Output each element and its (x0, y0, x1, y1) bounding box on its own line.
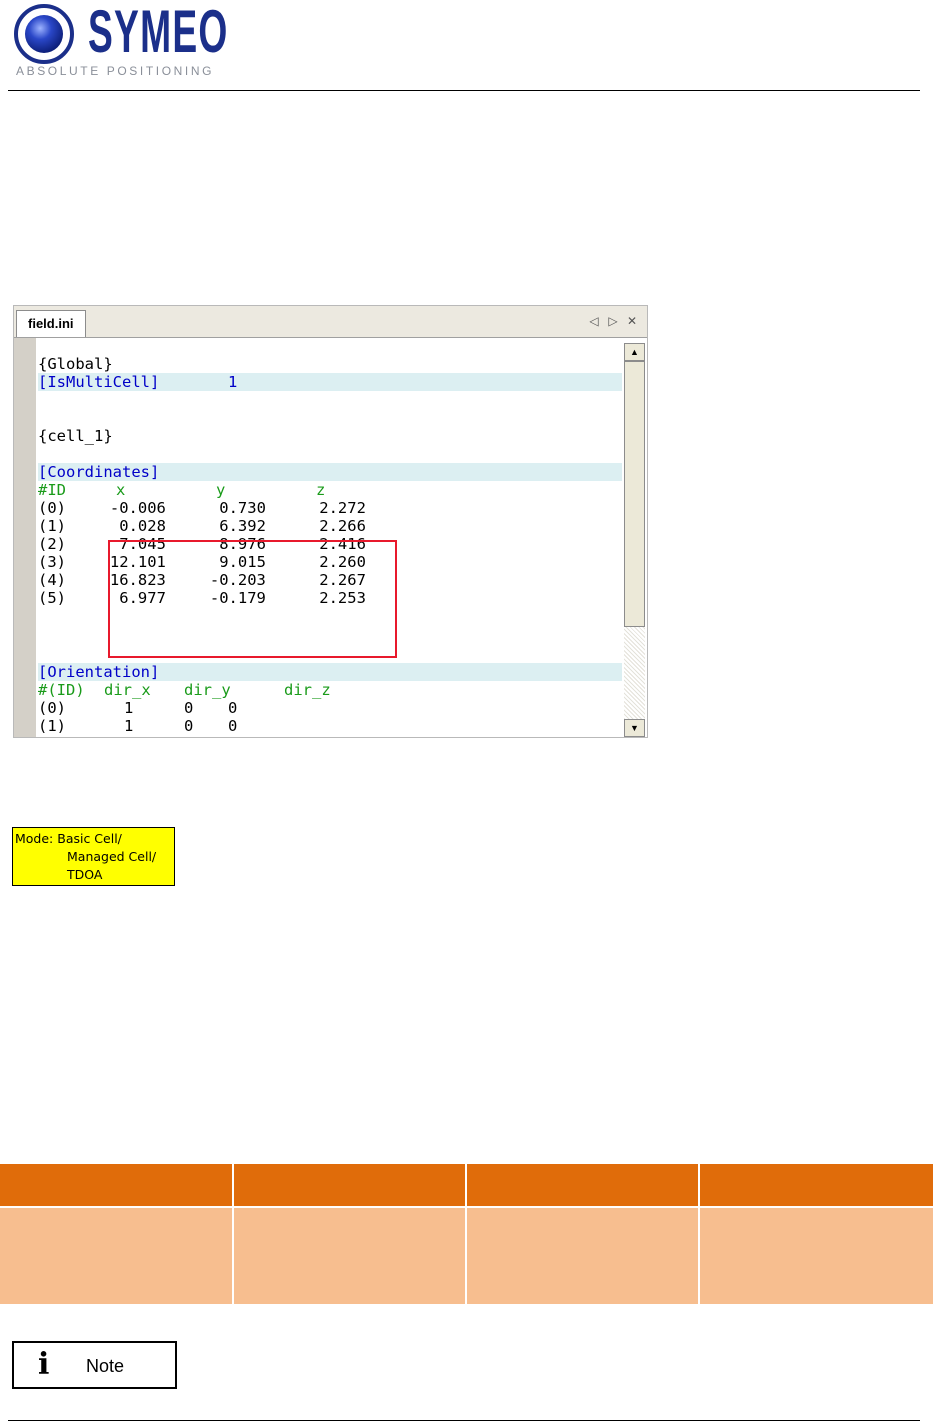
orient-row-dir-x: 1 (124, 717, 134, 735)
symeo-logo-icon (14, 4, 74, 64)
coord-header-x: x (116, 481, 126, 499)
coord-id: (3) (38, 553, 66, 571)
code-line-ismulticell: [IsMultiCell] 1 (38, 373, 622, 391)
coord-y: 0.730 (219, 499, 266, 517)
orient-header-dir-x: dir_x (104, 681, 151, 699)
logo-tagline: ABSOLUTE POSITIONING (16, 64, 215, 78)
coord-header-z: z (316, 481, 326, 499)
tab-prev-icon[interactable]: ◁ (586, 312, 602, 330)
coord-row: (0) -0.006 0.730 2.272 (38, 499, 622, 517)
table-col-divider (465, 1164, 467, 1304)
info-icon: i (38, 1347, 50, 1382)
coord-y: 6.392 (219, 517, 266, 535)
coord-x: -0.006 (109, 499, 166, 517)
orient-row-dir-z: 0 (228, 699, 238, 717)
tab-next-icon[interactable]: ▷ (605, 312, 621, 330)
orient-row-dir-z: 0 (228, 717, 238, 735)
coord-id: (2) (38, 535, 66, 553)
coord-id: (1) (38, 517, 66, 535)
scroll-thumb[interactable] (624, 361, 645, 627)
vertical-scrollbar[interactable]: ▲ ▼ (624, 343, 645, 737)
footer-divider (8, 1420, 920, 1421)
note-label: Note (86, 1356, 125, 1376)
data-table (0, 1164, 933, 1304)
editor-gutter (14, 338, 36, 737)
orient-header-id: #(ID) (38, 681, 85, 699)
tab-field-ini[interactable]: field.ini (16, 310, 86, 337)
note-box: i Note (12, 1341, 177, 1389)
coordinates-highlight-box (108, 540, 397, 658)
orient-header-dir-z: dir_z (284, 681, 331, 699)
coord-row: (1) 0.028 6.392 2.266 (38, 517, 622, 535)
coord-header-line: #ID x y z (38, 481, 622, 499)
close-icon[interactable]: ✕ (624, 312, 640, 330)
code-line-coordinates: [Coordinates] (38, 463, 622, 481)
tab-bar: field.ini ◁ ▷ ✕ (14, 306, 647, 338)
table-col-divider (232, 1164, 234, 1304)
coord-z: 2.266 (319, 517, 366, 535)
orient-row-dir-y: 0 (184, 699, 194, 717)
scroll-up-icon[interactable]: ▲ (624, 343, 645, 361)
code-area[interactable]: {Global} [IsMultiCell] 1 {cell_1} [Coord… (38, 343, 622, 737)
scroll-down-icon[interactable]: ▼ (624, 719, 645, 737)
orient-row-id: (0) (38, 699, 66, 717)
header-divider (8, 90, 920, 91)
coord-id: (5) (38, 589, 66, 607)
coord-header-y: y (216, 481, 226, 499)
orient-row-id: (1) (38, 717, 66, 735)
ini-editor-window: field.ini ◁ ▷ ✕ {Global} [IsMultiCell] 1… (13, 305, 648, 738)
orient-row-dir-y: 0 (184, 717, 194, 735)
code-line-orientation: [Orientation] (38, 663, 622, 681)
table-col-divider (698, 1164, 700, 1304)
logo-wordmark: SYMEO (88, 0, 229, 65)
coord-id: (4) (38, 571, 66, 589)
code-line-cell: {cell_1} (38, 427, 113, 445)
coord-z: 2.272 (319, 499, 366, 517)
coord-header-id: #ID (38, 481, 66, 499)
coord-x: 0.028 (119, 517, 166, 535)
orient-header-line: #(ID) dir_x dir_y dir_z (38, 681, 622, 699)
scroll-track[interactable] (624, 627, 645, 719)
coord-id: (0) (38, 499, 66, 517)
mode-line-2: Managed Cell/ (67, 849, 157, 864)
orient-row-dir-x: 1 (124, 699, 134, 717)
mode-badge: Mode: Basic Cell/ Managed Cell/ TDOA (12, 827, 175, 886)
orient-row: (0) 1 0 0 (38, 699, 622, 717)
mode-line-3: TDOA (67, 867, 103, 882)
code-line-global: {Global} (38, 355, 113, 373)
orient-header-dir-y: dir_y (184, 681, 231, 699)
ismulticell-value: 1 (228, 373, 238, 391)
mode-line-1: Mode: Basic Cell/ (15, 831, 122, 846)
orient-row: (1) 1 0 0 (38, 717, 622, 735)
ismulticell-key: [IsMultiCell] (38, 373, 160, 391)
